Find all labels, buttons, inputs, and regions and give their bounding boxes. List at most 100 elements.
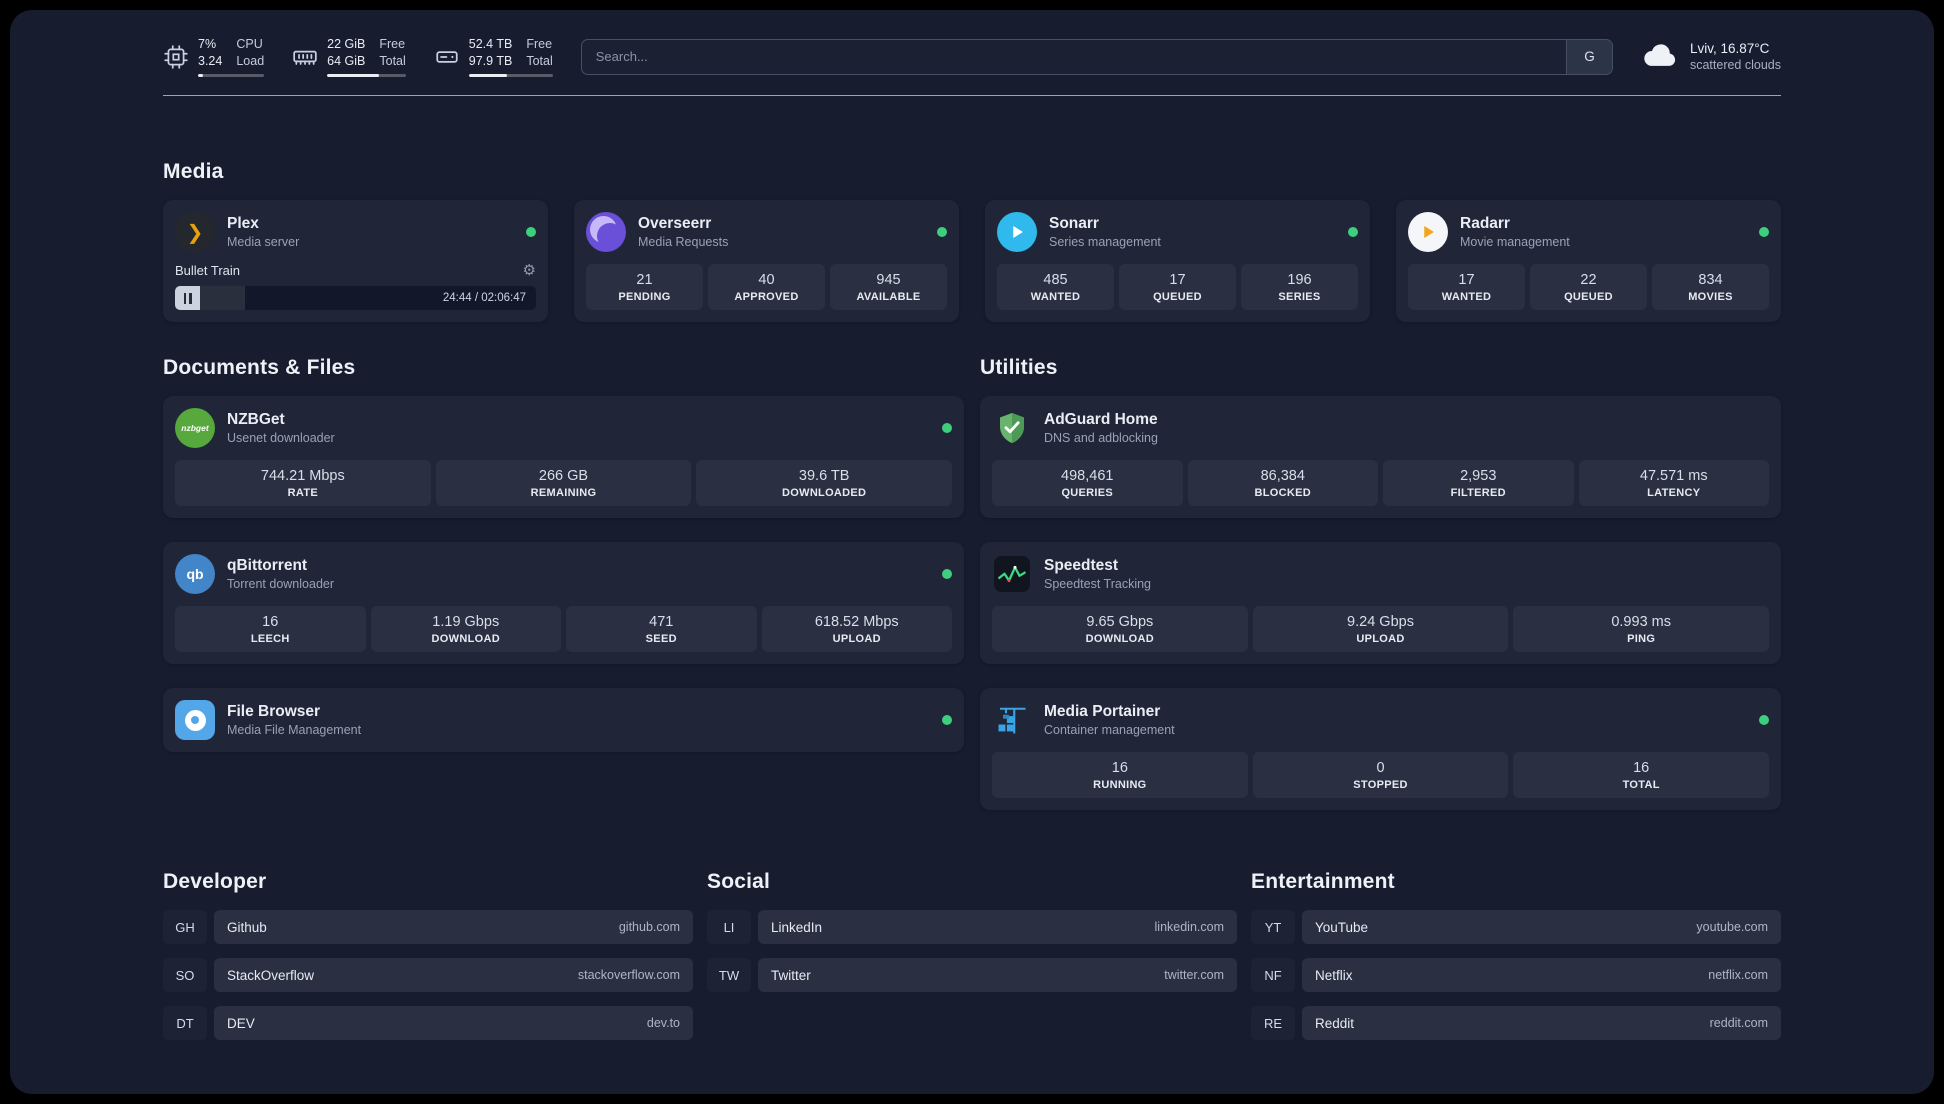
service-card-portainer[interactable]: Media Portainer Container management 16 …	[980, 688, 1781, 810]
bookmark-name: Twitter	[771, 967, 811, 983]
service-name: Media Portainer	[1044, 703, 1161, 720]
stat-tile: 9.65 Gbps DOWNLOAD	[992, 606, 1248, 652]
pause-button[interactable]	[175, 286, 200, 310]
adguard-icon	[992, 408, 1032, 448]
stat-tile: 2,953 FILTERED	[1383, 460, 1574, 506]
qbittorrent-glyph: qb	[186, 566, 204, 582]
resource-cpu: 7% 3.24 CPU Load	[163, 36, 265, 77]
plex-icon: ❯	[175, 212, 215, 252]
weather-widget: Lviv, 16.87°C scattered clouds	[1641, 40, 1781, 73]
service-description: Series management	[1049, 235, 1161, 249]
bookmark-youtube[interactable]: YT YouTube youtube.com	[1251, 910, 1781, 944]
bookmark-url: linkedin.com	[1154, 920, 1224, 934]
search-bar: G	[580, 38, 1613, 75]
stat-value: 22	[1580, 272, 1597, 288]
service-name: AdGuard Home	[1044, 411, 1158, 428]
stat-label: PENDING	[618, 291, 671, 303]
stat-value: 9.24 Gbps	[1347, 614, 1414, 630]
service-card-plex[interactable]: ❯ Plex Media server Bullet Train ⚙ 24:44…	[163, 200, 548, 322]
status-dot	[942, 715, 952, 725]
stat-label: QUEUED	[1153, 291, 1202, 303]
disk-icon	[434, 44, 460, 70]
stat-value: 196	[1287, 272, 1312, 288]
stat-value: 2,953	[1460, 468, 1497, 484]
bookmark-group-entertainment: Entertainment YT YouTube youtube.com NF …	[1251, 870, 1781, 1040]
bookmark-name: Github	[227, 919, 267, 935]
service-card-nzbget[interactable]: nzbget NZBGet Usenet downloader 744.21 M…	[163, 396, 964, 518]
stat-value: 16	[262, 614, 279, 630]
stat-tile: 266 GB REMAINING	[435, 460, 692, 506]
stat-label: TOTAL	[1622, 779, 1660, 791]
service-name: File Browser	[227, 703, 321, 720]
service-description: Media File Management	[227, 723, 362, 737]
stat-value: 47.571 ms	[1639, 468, 1708, 484]
bookmark-name: DEV	[227, 1015, 255, 1031]
cpu-usage-bar	[198, 74, 265, 77]
cpu-icon	[163, 44, 189, 70]
service-description: Container management	[1044, 723, 1175, 737]
stat-value: 86,384	[1260, 468, 1305, 484]
bookmark-name: StackOverflow	[227, 967, 315, 983]
stat-value: 744.21 Mbps	[260, 468, 345, 484]
bookmark-reddit[interactable]: RE Reddit reddit.com	[1251, 1006, 1781, 1040]
gear-icon[interactable]: ⚙	[523, 263, 536, 278]
service-description: Media Requests	[638, 235, 729, 249]
service-card-adguard[interactable]: AdGuard Home DNS and adblocking 498,461 …	[980, 396, 1781, 518]
service-name: NZBGet	[227, 411, 285, 428]
resource-memory: 22 GiB 64 GiB Free Total	[292, 36, 406, 77]
service-card-filebrowser[interactable]: File Browser Media File Management	[163, 688, 964, 752]
status-dot	[1759, 227, 1769, 237]
resource-value: 64 GiB	[327, 53, 366, 68]
bookmark-github[interactable]: GH Github github.com	[163, 910, 693, 944]
stat-tile: 16 RUNNING	[992, 752, 1248, 798]
service-card-sonarr[interactable]: Sonarr Series management 485 WANTED 17 Q…	[985, 200, 1370, 322]
stat-tile: 86,384 BLOCKED	[1187, 460, 1378, 506]
stat-label: BLOCKED	[1254, 487, 1311, 499]
stat-tile: 618.52 Mbps UPLOAD	[761, 606, 952, 652]
plex-glyph: ❯	[186, 221, 204, 244]
stat-value: 9.65 Gbps	[1086, 614, 1154, 630]
now-playing-progress-bar: 24:44 / 02:06:47	[175, 286, 536, 310]
stat-value: 16	[1111, 760, 1128, 776]
stat-label: SERIES	[1278, 291, 1321, 303]
stat-label: UPLOAD	[832, 633, 881, 645]
search-input[interactable]	[581, 39, 1566, 74]
stat-tile: 0 STOPPED	[1252, 752, 1509, 798]
section-title-media: Media	[163, 160, 224, 183]
stat-value: 1.19 Gbps	[432, 614, 500, 630]
screenshot-frame: 7% 3.24 CPU Load 22 GiB 64 GiB Free Tota…	[0, 0, 1944, 1104]
bookmark-stackoverflow[interactable]: SO StackOverflow stackoverflow.com	[163, 958, 693, 992]
stat-tile: 485 WANTED	[997, 264, 1114, 310]
bookmark-twitter[interactable]: TW Twitter twitter.com	[707, 958, 1237, 992]
section-title-documents: Documents & Files	[163, 356, 356, 379]
service-card-speedtest[interactable]: Speedtest Speedtest Tracking 9.65 Gbps D…	[980, 542, 1781, 664]
search-provider-button[interactable]: G	[1565, 39, 1612, 74]
stat-tile: 744.21 Mbps RATE	[175, 460, 431, 506]
status-dot	[1348, 227, 1358, 237]
service-card-radarr[interactable]: Radarr Movie management 17 WANTED 22 QUE…	[1396, 200, 1781, 322]
bookmark-bar: DEV dev.to	[214, 1006, 693, 1040]
bookmark-abbr: YT	[1251, 910, 1295, 944]
bookmark-bar: Reddit reddit.com	[1302, 1006, 1781, 1040]
resource-value: 7%	[198, 37, 217, 51]
service-name: qBittorrent	[227, 557, 308, 574]
stat-value: 17	[1458, 272, 1475, 288]
service-name: Radarr	[1460, 215, 1510, 232]
now-playing-time: 24:44 / 02:06:47	[442, 292, 526, 304]
bookmark-dev[interactable]: DT DEV dev.to	[163, 1006, 693, 1040]
bookmark-netflix[interactable]: NF Netflix netflix.com	[1251, 958, 1781, 992]
bookmark-group-developer: Developer GH Github github.com SO StackO…	[163, 870, 693, 1040]
service-card-overseerr[interactable]: Overseerr Media Requests 21 PENDING 40 A…	[574, 200, 959, 322]
resource-value: 22 GiB	[327, 37, 366, 51]
stat-tile: 1.19 Gbps DOWNLOAD	[370, 606, 561, 652]
bookmark-group-social: Social LI LinkedIn linkedin.com TW Twitt…	[707, 870, 1237, 1040]
bookmark-bar: StackOverflow stackoverflow.com	[214, 958, 693, 992]
bookmark-bar: Netflix netflix.com	[1302, 958, 1781, 992]
bookmark-linkedin[interactable]: LI LinkedIn linkedin.com	[707, 910, 1237, 944]
top-bar: 7% 3.24 CPU Load 22 GiB 64 GiB Free Tota…	[163, 36, 1781, 77]
stat-tile: 9.24 Gbps UPLOAD	[1252, 606, 1509, 652]
stat-tile: 16 TOTAL	[1513, 752, 1770, 798]
status-dot	[942, 569, 952, 579]
service-card-qbittorrent[interactable]: qb qBittorrent Torrent downloader 16 LEE…	[163, 542, 964, 664]
service-name: Speedtest	[1044, 557, 1119, 574]
